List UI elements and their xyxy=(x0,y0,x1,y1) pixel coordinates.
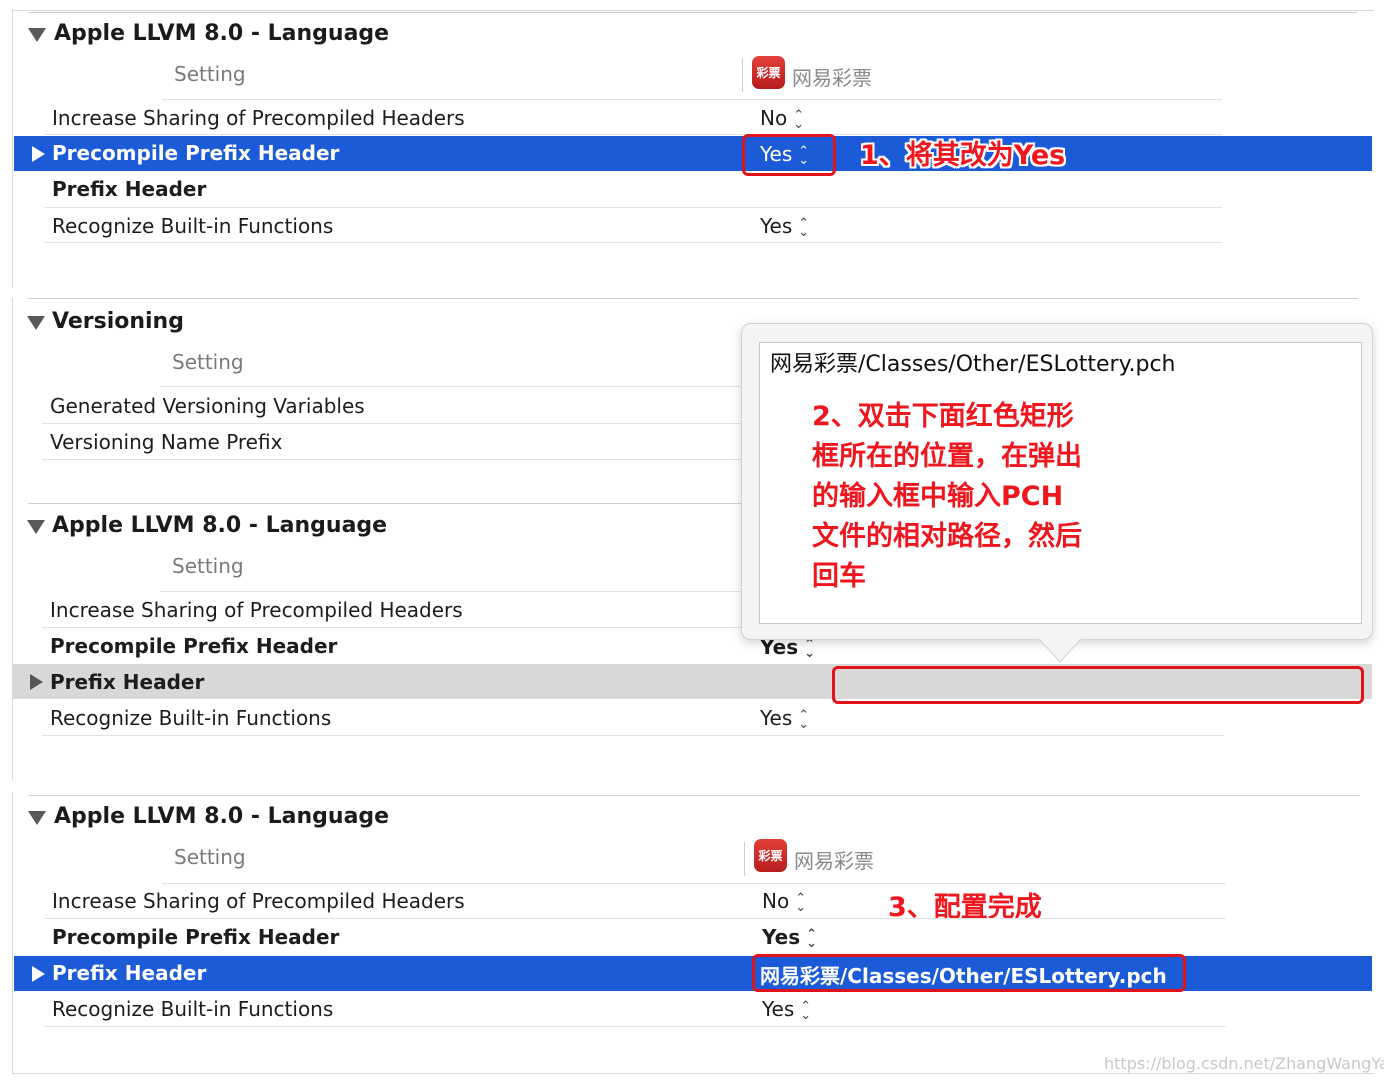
watermark: https://blog.csdn.net/ZhangWangYang xyxy=(1104,1054,1384,1073)
annotation-step-2-line-5: 回车 xyxy=(812,561,866,592)
annotation-step-2-line-3: 的输入框中输入PCH xyxy=(812,481,1064,512)
annotation-step-2-line-4: 文件的相对路径，然后 xyxy=(812,521,1082,552)
row-label[interactable]: Precompile Prefix Header xyxy=(52,141,339,165)
prefix-header-value-cell[interactable] xyxy=(832,666,1364,704)
popup-value[interactable]: Yes ⌃ ⌄ xyxy=(760,706,810,732)
section-title: Apple LLVM 8.0 - Language xyxy=(54,21,390,46)
header-divider xyxy=(160,591,760,592)
header-divider xyxy=(162,99,1222,100)
stepper-icon: ⌃ ⌄ xyxy=(806,926,818,951)
row-divider xyxy=(42,423,762,424)
app-target-icon: 彩票 xyxy=(754,839,787,872)
row-label[interactable]: Recognize Built-in Functions xyxy=(50,706,331,730)
target-name: 网易彩票 xyxy=(792,66,872,90)
annotation-step-2-line-1: 2、双击下面红色矩形 xyxy=(812,401,1074,432)
popup-value[interactable]: Yes ⌃ ⌄ xyxy=(760,214,810,240)
panel-1-top-rule xyxy=(28,12,1358,13)
row-label[interactable]: Generated Versioning Variables xyxy=(50,394,365,418)
popup-value[interactable]: No ⌃ ⌄ xyxy=(762,889,807,915)
disclosure-down-icon[interactable] xyxy=(27,520,45,534)
row-label[interactable]: Recognize Built-in Functions xyxy=(52,214,333,238)
column-divider xyxy=(744,842,745,876)
stepper-icon: ⌃ ⌄ xyxy=(798,707,810,732)
disclosure-down-icon[interactable] xyxy=(27,316,45,330)
target-name: 网易彩票 xyxy=(794,849,874,873)
stepper-icon: ⌃ ⌄ xyxy=(798,215,810,240)
stepper-icon: ⌃ ⌄ xyxy=(795,890,807,915)
row-label[interactable]: Precompile Prefix Header xyxy=(52,925,339,949)
panel-3-top-rule xyxy=(28,795,1360,796)
disclosure-down-icon[interactable] xyxy=(28,811,46,825)
panel-2-top-rule xyxy=(28,298,1358,299)
popover-input-value[interactable]: 网易彩票/Classes/Other/ESLottery.pch xyxy=(770,346,1176,378)
popover-arrow xyxy=(1038,638,1082,663)
row-divider xyxy=(42,735,1224,736)
annotation-step-1: 1、将其改为Yes xyxy=(860,140,1066,171)
disclosure-right-icon[interactable] xyxy=(32,146,45,162)
row-label[interactable]: Prefix Header xyxy=(52,177,206,201)
disclosure-down-icon[interactable] xyxy=(28,28,46,42)
row-label[interactable]: Increase Sharing of Precompiled Headers xyxy=(50,598,463,622)
row-label[interactable]: Increase Sharing of Precompiled Headers xyxy=(52,889,465,913)
stepper-icon: ⌃ ⌄ xyxy=(800,998,812,1023)
setting-column-header: Setting xyxy=(172,554,244,578)
row-divider xyxy=(42,627,762,628)
annotation-step-2-line-2: 框所在的位置，在弹出 xyxy=(812,441,1082,472)
row-label[interactable]: Precompile Prefix Header xyxy=(50,634,337,658)
header-divider xyxy=(162,883,1226,884)
section-title: Apple LLVM 8.0 - Language xyxy=(52,513,388,538)
highlight-box xyxy=(742,134,836,176)
header-divider xyxy=(160,386,760,387)
row-label[interactable]: Prefix Header xyxy=(52,961,206,985)
row-label[interactable]: Recognize Built-in Functions xyxy=(52,997,333,1021)
row-divider xyxy=(44,242,1222,243)
stepper-icon: ⌃ ⌄ xyxy=(793,107,805,132)
row-label[interactable]: Versioning Name Prefix xyxy=(50,430,282,454)
setting-column-header: Setting xyxy=(174,845,246,869)
popup-value[interactable]: Yes ⌃ ⌄ xyxy=(762,997,812,1023)
section-title: Versioning xyxy=(52,309,184,334)
highlight-box xyxy=(752,954,1186,992)
section-title: Apple LLVM 8.0 - Language xyxy=(54,804,390,829)
stepper-icon: ⌃ ⌄ xyxy=(804,636,816,661)
setting-column-header: Setting xyxy=(172,350,244,374)
row-divider xyxy=(44,1026,1226,1027)
disclosure-right-icon[interactable] xyxy=(30,674,43,690)
popup-value[interactable]: No ⌃ ⌄ xyxy=(760,106,805,132)
app-target-icon: 彩票 xyxy=(752,56,785,89)
section-rule xyxy=(28,503,748,504)
row-label[interactable]: Prefix Header xyxy=(50,670,204,694)
annotation-step-3: 3、配置完成 xyxy=(888,892,1042,923)
disclosure-right-icon[interactable] xyxy=(32,966,45,982)
setting-column-header: Setting xyxy=(174,62,246,86)
row-divider xyxy=(44,134,1222,135)
row-divider xyxy=(44,918,1226,919)
row-label[interactable]: Increase Sharing of Precompiled Headers xyxy=(52,106,465,130)
row-divider xyxy=(44,207,1222,208)
popup-value[interactable]: Yes ⌃ ⌄ xyxy=(762,925,818,951)
row-divider xyxy=(42,459,762,460)
column-divider xyxy=(742,58,743,92)
